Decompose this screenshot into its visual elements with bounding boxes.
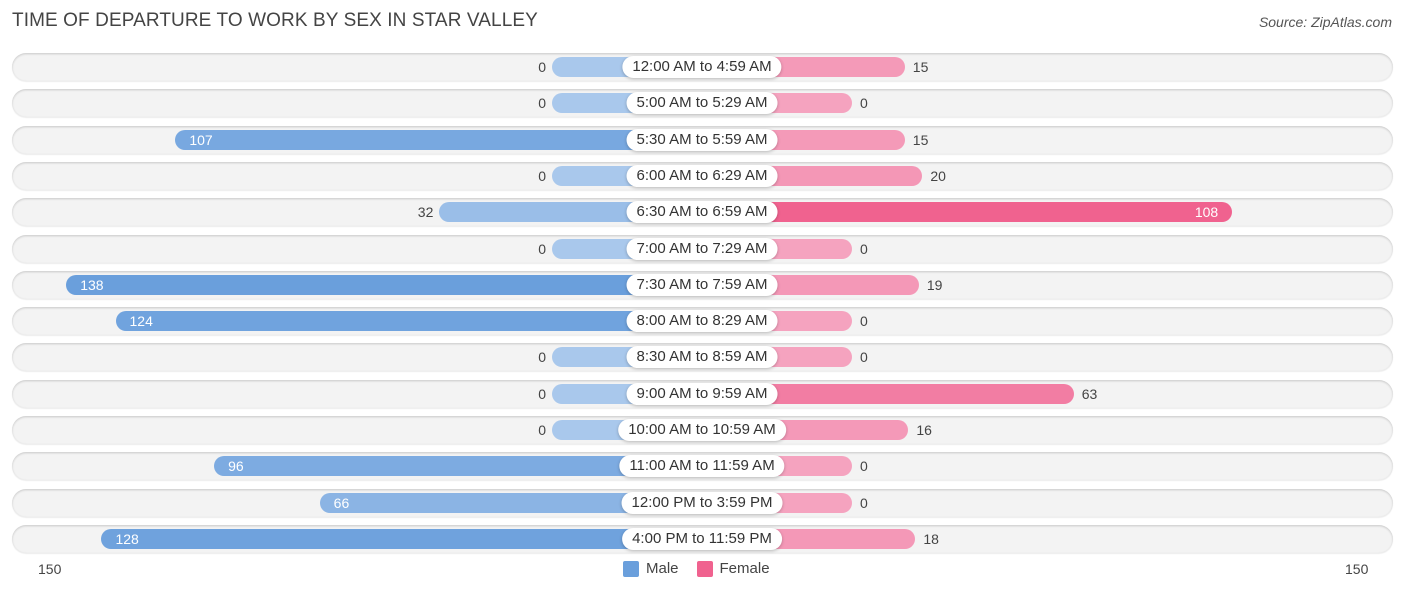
value-label-male: 0 [538, 167, 546, 184]
chart-row: 0 0 8:30 AM to 8:59 AM [12, 343, 1393, 372]
value-label-male: 107 [189, 131, 213, 148]
bar-male[interactable] [66, 274, 702, 295]
value-label-male: 0 [538, 349, 546, 366]
bar-male[interactable] [115, 311, 702, 332]
value-label-male: 0 [538, 240, 546, 257]
category-label: 12:00 PM to 3:59 PM [621, 491, 783, 514]
chart-row: 124 0 8:00 AM to 8:29 AM [12, 307, 1393, 336]
chart-title: TIME OF DEPARTURE TO WORK BY SEX IN STAR… [12, 10, 538, 31]
legend-item-female[interactable]: Female [696, 560, 770, 577]
axis-label-left: 150 [38, 561, 62, 577]
legend-label-female: Female [719, 560, 770, 577]
chart-row: 0 16 10:00 AM to 10:59 AM [12, 416, 1393, 444]
value-label-male: 138 [80, 276, 104, 293]
chart-row: 0 20 6:00 AM to 6:29 AM [12, 161, 1393, 190]
category-label: 5:00 AM to 5:29 AM [626, 92, 778, 115]
value-label-female: 0 [860, 349, 868, 366]
value-label-female: 0 [860, 240, 868, 257]
category-label: 6:30 AM to 6:59 AM [626, 201, 778, 224]
category-label: 5:30 AM to 5:59 AM [626, 128, 778, 151]
value-label-male: 0 [538, 422, 546, 438]
legend: Male Female [623, 560, 788, 577]
value-label-female: 19 [926, 276, 943, 293]
value-label-male: 128 [115, 530, 139, 547]
chart-row: 0 15 12:00 AM to 4:59 AM [12, 53, 1393, 81]
category-label: 8:30 AM to 8:59 AM [626, 346, 778, 369]
value-label-female: 108 [1194, 204, 1219, 221]
chart-row: 107 15 5:30 AM to 5:59 AM [12, 125, 1393, 154]
source-label: Source: ZipAtlas.com [1258, 14, 1392, 30]
bar-male[interactable] [175, 129, 702, 150]
chart-row: 0 63 9:00 AM to 9:59 AM [12, 379, 1393, 408]
chart-row: 96 0 11:00 AM to 11:59 AM [12, 452, 1393, 481]
value-label-male: 96 [228, 458, 244, 475]
value-label-male: 124 [129, 313, 153, 330]
value-label-female: 0 [860, 458, 868, 475]
category-label: 9:00 AM to 9:59 AM [626, 382, 778, 405]
category-label: 6:00 AM to 6:29 AM [626, 164, 778, 187]
value-label-female: 20 [930, 167, 946, 184]
category-label: 12:00 AM to 4:59 AM [622, 56, 782, 78]
axis-label-right: 150 [1345, 561, 1369, 577]
chart-row: 32 108 6:30 AM to 6:59 AM [12, 198, 1393, 227]
value-label-female: 15 [912, 131, 929, 148]
bar-female[interactable] [702, 202, 1233, 223]
value-label-female: 0 [860, 313, 868, 330]
chart-row: 138 19 7:30 AM to 7:59 AM [12, 270, 1393, 299]
category-label: 4:00 PM to 11:59 PM [622, 527, 782, 550]
value-label-male: 0 [538, 95, 546, 112]
legend-label-male: Male [646, 560, 679, 577]
value-label-female: 0 [860, 494, 868, 511]
chart-row: 128 18 4:00 PM to 11:59 PM [12, 524, 1393, 553]
value-label-female: 16 [916, 422, 932, 438]
legend-swatch-female [696, 560, 713, 577]
legend-item-male[interactable]: Male [623, 560, 679, 577]
value-label-male: 32 [417, 204, 434, 221]
category-label: 10:00 AM to 10:59 AM [618, 419, 786, 441]
category-label: 8:00 AM to 8:29 AM [626, 310, 778, 333]
category-label: 7:00 AM to 7:29 AM [626, 237, 778, 260]
value-label-female: 18 [923, 530, 939, 547]
chart-row: 66 0 12:00 PM to 3:59 PM [12, 488, 1393, 517]
value-label-female: 15 [912, 59, 929, 75]
legend-swatch-male [623, 560, 639, 577]
category-label: 11:00 AM to 11:59 AM [619, 455, 785, 478]
value-label-female: 63 [1081, 385, 1098, 402]
category-label: 7:30 AM to 7:59 AM [626, 273, 778, 296]
value-label-male: 66 [333, 494, 350, 511]
value-label-male: 0 [538, 385, 546, 402]
chart-row: 0 0 7:00 AM to 7:29 AM [12, 234, 1393, 263]
value-label-female: 0 [860, 95, 868, 112]
chart-row: 0 0 5:00 AM to 5:29 AM [12, 89, 1393, 118]
bar-male[interactable] [101, 528, 702, 549]
value-label-male: 0 [538, 59, 546, 75]
